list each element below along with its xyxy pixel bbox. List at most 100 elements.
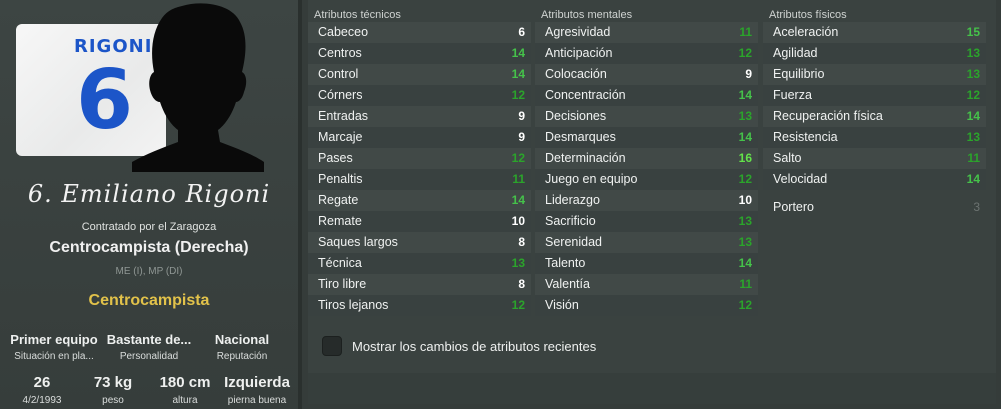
attribute-name: Regate bbox=[318, 193, 359, 207]
contract-status: Contratado por el Zaragoza bbox=[81, 221, 217, 233]
player-silhouette-icon bbox=[132, 3, 264, 172]
attribute-row[interactable]: Saques largos 8 bbox=[308, 232, 531, 253]
attribute-value: 13 bbox=[738, 214, 752, 228]
attribute-row[interactable]: Desmarques 14 bbox=[535, 127, 758, 148]
attribute-name: Talento bbox=[545, 256, 586, 270]
attribute-row[interactable]: Pases 12 bbox=[308, 148, 531, 169]
attribute-row[interactable]: Salto 11 bbox=[763, 148, 986, 169]
attribute-value: 6 bbox=[518, 25, 525, 39]
attribute-row[interactable]: Tiros lejanos 12 bbox=[308, 295, 531, 316]
attribute-value: 12 bbox=[511, 88, 525, 102]
attribute-row[interactable]: Centros 14 bbox=[308, 43, 531, 64]
attribute-name: Visión bbox=[545, 298, 579, 312]
attribute-row[interactable]: Agresividad 11 bbox=[535, 22, 758, 43]
attribute-row[interactable]: Colocación 9 bbox=[535, 64, 758, 85]
attribute-value: 9 bbox=[745, 67, 752, 81]
attribute-row[interactable]: Tiro libre 8 bbox=[308, 274, 531, 295]
attribute-name: Recuperación física bbox=[773, 109, 883, 123]
goalkeeper-attribute-row[interactable]: Portero 3 bbox=[763, 196, 986, 218]
player-profile-panel: RIGONI 6 6. Emiliano Rigoni Contratado p… bbox=[0, 0, 298, 409]
attribute-value: 11 bbox=[739, 25, 752, 39]
attribute-row[interactable]: Córners 12 bbox=[308, 85, 531, 106]
birth-date: 4/2/1993 bbox=[22, 395, 62, 406]
physical-attributes-column: Atributos físicos Aceleración 15 Agilidad 1… bbox=[763, 0, 986, 218]
weight-label: peso bbox=[102, 395, 124, 406]
height-value: 180 cm bbox=[159, 374, 211, 391]
attribute-value: 13 bbox=[511, 256, 525, 270]
mental-header: Atributos mentales bbox=[541, 9, 633, 21]
attribute-name: Salto bbox=[773, 151, 802, 165]
attributes-panel: Atributos técnicos Cabeceo 6 Centros 14 Cont… bbox=[302, 0, 1001, 409]
attribute-row[interactable]: Cabeceo 6 bbox=[308, 22, 531, 43]
attribute-value: 14 bbox=[738, 88, 752, 102]
technical-header: Atributos técnicos bbox=[314, 9, 401, 21]
height-label: altura bbox=[172, 395, 198, 406]
attribute-value: 13 bbox=[966, 130, 980, 144]
height: 180 cm altura bbox=[150, 374, 220, 406]
attribute-row[interactable]: Técnica 13 bbox=[308, 253, 531, 274]
age: 26 4/2/1993 bbox=[4, 374, 80, 406]
attribute-row[interactable]: Valentía 11 bbox=[535, 274, 758, 295]
squad-status-value: Primer equipo bbox=[10, 332, 98, 347]
attribute-name: Cabeceo bbox=[318, 25, 369, 39]
player-role[interactable]: Centrocampista bbox=[0, 292, 298, 310]
attribute-name: Valentía bbox=[545, 277, 590, 291]
squad-status-label: Situación en pla... bbox=[14, 351, 94, 362]
attribute-row[interactable]: Velocidad 14 bbox=[763, 169, 986, 190]
show-changes-label: Mostrar los cambios de atributos recient… bbox=[352, 338, 597, 354]
attribute-row[interactable]: Juego en equipo 12 bbox=[535, 169, 758, 190]
attribute-row[interactable]: Penaltis 11 bbox=[308, 169, 531, 190]
mental-attributes-column: Atributos mentales Agresividad 11 Anticipa… bbox=[535, 0, 758, 316]
attributes-container: Atributos técnicos Cabeceo 6 Centros 14 Cont… bbox=[308, 0, 996, 404]
attribute-name: Entradas bbox=[318, 109, 369, 123]
attribute-row[interactable]: Remate 10 bbox=[308, 211, 531, 232]
attribute-value: 12 bbox=[966, 88, 980, 102]
positions-short: ME (I), MP (DI) bbox=[115, 266, 183, 277]
attribute-row[interactable]: Decisiones 13 bbox=[535, 106, 758, 127]
attribute-value: 14 bbox=[738, 256, 752, 270]
attribute-row[interactable]: Marcaje 9 bbox=[308, 127, 531, 148]
attribute-row[interactable]: Equilibrio 13 bbox=[763, 64, 986, 85]
attribute-row[interactable]: Serenidad 13 bbox=[535, 232, 758, 253]
show-changes-checkbox[interactable] bbox=[322, 336, 342, 356]
attribute-row[interactable]: Regate 14 bbox=[308, 190, 531, 211]
attribute-row[interactable]: Liderazgo 10 bbox=[535, 190, 758, 211]
show-changes-option[interactable]: Mostrar los cambios de atributos recient… bbox=[322, 336, 596, 356]
attribute-name: Aceleración bbox=[773, 25, 839, 39]
personality-label: Personalidad bbox=[119, 351, 179, 362]
attribute-row[interactable]: Talento 14 bbox=[535, 253, 758, 274]
attribute-row[interactable]: Entradas 9 bbox=[308, 106, 531, 127]
attribute-name: Juego en equipo bbox=[545, 172, 638, 186]
attribute-value: 13 bbox=[966, 67, 980, 81]
attribute-row[interactable]: Control 14 bbox=[308, 64, 531, 85]
attribute-row[interactable]: Concentración 14 bbox=[535, 85, 758, 106]
attribute-value: 8 bbox=[518, 235, 525, 249]
technical-attributes-column: Atributos técnicos Cabeceo 6 Centros 14 Cont… bbox=[308, 0, 531, 316]
attribute-name: Portero bbox=[773, 200, 814, 214]
attribute-row[interactable]: Recuperación física 14 bbox=[763, 106, 986, 127]
attribute-value: 8 bbox=[518, 277, 525, 291]
attribute-row[interactable]: Aceleración 15 bbox=[763, 22, 986, 43]
attribute-row[interactable]: Sacrificio 13 bbox=[535, 211, 758, 232]
attribute-name: Colocación bbox=[545, 67, 607, 81]
attribute-row[interactable]: Resistencia 13 bbox=[763, 127, 986, 148]
attribute-value: 13 bbox=[738, 109, 752, 123]
attribute-name: Serenidad bbox=[545, 235, 602, 249]
attribute-row[interactable]: Agilidad 13 bbox=[763, 43, 986, 64]
attribute-value: 14 bbox=[511, 67, 525, 81]
attribute-row[interactable]: Visión 12 bbox=[535, 295, 758, 316]
attribute-value: 14 bbox=[966, 109, 980, 123]
attribute-row[interactable]: Anticipación 12 bbox=[535, 43, 758, 64]
bottom-strip bbox=[308, 373, 996, 404]
attribute-value: 10 bbox=[511, 214, 525, 228]
attribute-value: 14 bbox=[511, 193, 525, 207]
attribute-name: Técnica bbox=[318, 256, 362, 270]
attribute-name: Agilidad bbox=[773, 46, 818, 60]
attribute-row[interactable]: Determinación 16 bbox=[535, 148, 758, 169]
mental-rows: Agresividad 11 Anticipación 12 Colocación 9 Co… bbox=[535, 22, 758, 316]
attribute-name: Pases bbox=[318, 151, 353, 165]
attribute-name: Sacrificio bbox=[545, 214, 596, 228]
attribute-row[interactable]: Fuerza 12 bbox=[763, 85, 986, 106]
physical-rows: Aceleración 15 Agilidad 13 Equilibrio 13 Fuerz… bbox=[763, 22, 986, 190]
attribute-name: Penaltis bbox=[318, 172, 363, 186]
